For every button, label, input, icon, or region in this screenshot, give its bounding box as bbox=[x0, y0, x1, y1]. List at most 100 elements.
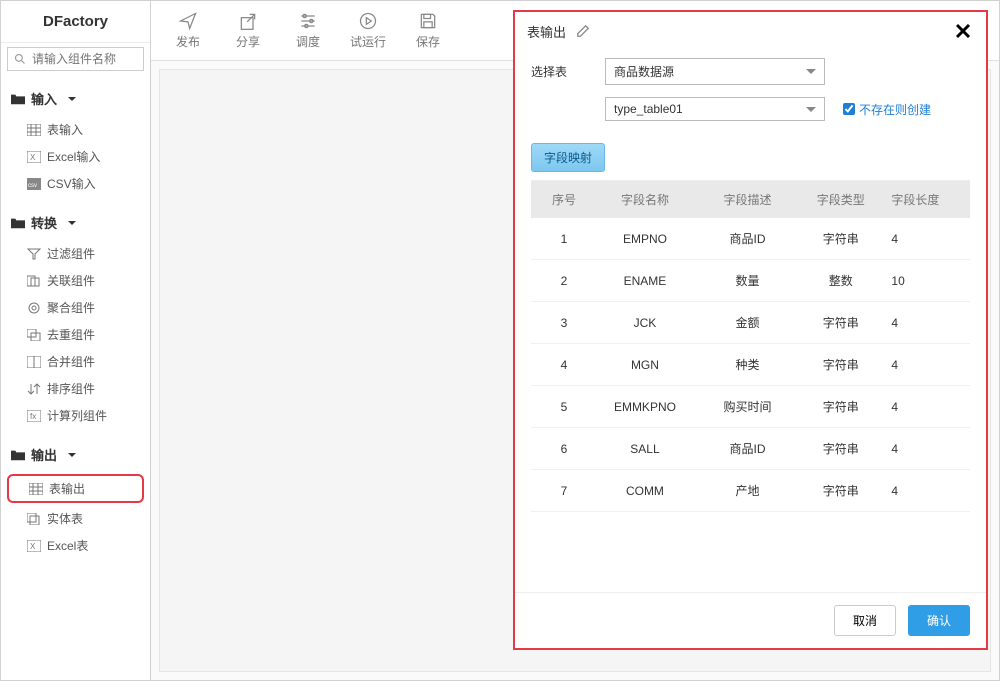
svg-text:csv: csv bbox=[28, 183, 37, 189]
toolbar-save[interactable]: 保存 bbox=[401, 7, 455, 54]
cell-len: 4 bbox=[887, 316, 962, 330]
cell-type: 字符串 bbox=[794, 440, 887, 457]
search-input[interactable] bbox=[8, 48, 143, 70]
toolbar-label: 发布 bbox=[176, 33, 200, 50]
join-icon bbox=[27, 275, 41, 287]
table-select[interactable]: type_table01 bbox=[605, 97, 825, 121]
nav-group-output[interactable]: 输出 bbox=[1, 439, 150, 470]
cell-desc: 数量 bbox=[701, 272, 794, 289]
sidebar-item-aggregate[interactable]: 聚合组件 bbox=[1, 294, 150, 321]
cell-seq: 4 bbox=[539, 358, 589, 372]
sidebar-item-filter[interactable]: 过滤组件 bbox=[1, 240, 150, 267]
nav-group-transform[interactable]: 转换 bbox=[1, 207, 150, 238]
cell-name: EMPNO bbox=[589, 232, 701, 246]
table-row[interactable]: 6SALL商品ID字符串4 bbox=[531, 428, 970, 470]
cell-name: SALL bbox=[589, 442, 701, 456]
cell-len: 4 bbox=[887, 232, 962, 246]
dialog-title: 表输出 bbox=[527, 22, 566, 41]
sidebar-item-compute[interactable]: fx 计算列组件 bbox=[1, 402, 150, 429]
cell-len: 10 bbox=[887, 274, 962, 288]
toolbar-publish[interactable]: 发布 bbox=[161, 7, 215, 54]
pencil-icon[interactable] bbox=[576, 24, 590, 38]
toolbar-label: 分享 bbox=[236, 33, 260, 50]
cell-type: 字符串 bbox=[794, 482, 887, 499]
close-button[interactable] bbox=[952, 20, 974, 42]
merge-icon bbox=[27, 356, 41, 368]
nav-group-label: 输入 bbox=[31, 89, 57, 108]
sidebar-item-label: 去重组件 bbox=[47, 326, 95, 343]
chevron-down-icon bbox=[806, 69, 816, 74]
cell-type: 整数 bbox=[794, 272, 887, 289]
sidebar-item-label: 过滤组件 bbox=[47, 245, 95, 262]
field-mapping-button[interactable]: 字段映射 bbox=[531, 143, 605, 172]
cell-type: 字符串 bbox=[794, 230, 887, 247]
cell-len: 4 bbox=[887, 358, 962, 372]
cell-desc: 产地 bbox=[701, 482, 794, 499]
col-len: 字段长度 bbox=[887, 191, 962, 208]
cell-name: MGN bbox=[589, 358, 701, 372]
table-row[interactable]: 1EMPNO商品ID字符串4 bbox=[531, 218, 970, 260]
play-circle-icon bbox=[357, 11, 379, 31]
col-desc: 字段描述 bbox=[701, 191, 794, 208]
table-header: 序号 字段名称 字段描述 字段类型 字段长度 bbox=[531, 181, 970, 218]
sliders-icon bbox=[297, 11, 319, 31]
select-value: type_table01 bbox=[614, 102, 683, 116]
toolbar-trial-run[interactable]: 试运行 bbox=[341, 7, 395, 54]
table-row[interactable]: 2ENAME数量整数10 bbox=[531, 260, 970, 302]
sidebar-item-csv-input[interactable]: csv CSV输入 bbox=[1, 170, 150, 197]
sidebar-item-excel-table[interactable]: X Excel表 bbox=[1, 532, 150, 559]
folder-icon bbox=[11, 449, 25, 461]
table-row[interactable]: 4MGN种类字符串4 bbox=[531, 344, 970, 386]
function-icon: fx bbox=[27, 410, 41, 422]
table-row[interactable]: 3JCK金额字符串4 bbox=[531, 302, 970, 344]
cell-len: 4 bbox=[887, 400, 962, 414]
cell-desc: 购买时间 bbox=[701, 398, 794, 415]
toolbar-label: 调度 bbox=[296, 33, 320, 50]
nav-group-label: 转换 bbox=[31, 213, 57, 232]
chevron-down-icon bbox=[67, 218, 77, 228]
datasource-select[interactable]: 商品数据源 bbox=[605, 58, 825, 85]
sidebar-item-entity-table[interactable]: 实体表 bbox=[1, 505, 150, 532]
cell-name: COMM bbox=[589, 484, 701, 498]
table-row[interactable]: 5EMMKPNO购买时间字符串4 bbox=[531, 386, 970, 428]
sidebar-item-table-input[interactable]: 表输入 bbox=[1, 116, 150, 143]
csv-icon: csv bbox=[27, 178, 41, 190]
sidebar-item-dedupe[interactable]: 去重组件 bbox=[1, 321, 150, 348]
sidebar: DFactory 输入 表输入 X Excel输入 bbox=[1, 1, 151, 680]
sidebar-item-merge[interactable]: 合并组件 bbox=[1, 348, 150, 375]
svg-text:fx: fx bbox=[30, 412, 36, 421]
sort-icon bbox=[27, 383, 41, 395]
sidebar-item-join[interactable]: 关联组件 bbox=[1, 267, 150, 294]
cell-seq: 3 bbox=[539, 316, 589, 330]
toolbar-schedule[interactable]: 调度 bbox=[281, 7, 335, 54]
toolbar-share[interactable]: 分享 bbox=[221, 7, 275, 54]
grid-icon bbox=[29, 483, 43, 495]
sidebar-item-label: Excel表 bbox=[47, 537, 88, 554]
filter-icon bbox=[27, 248, 41, 260]
cancel-button[interactable]: 取消 bbox=[834, 605, 896, 636]
table-row[interactable]: 7COMM产地字符串4 bbox=[531, 470, 970, 512]
checkbox-label: 不存在则创建 bbox=[859, 101, 931, 118]
checkbox-input[interactable] bbox=[843, 103, 855, 115]
sidebar-item-sort[interactable]: 排序组件 bbox=[1, 375, 150, 402]
cell-desc: 商品ID bbox=[701, 230, 794, 247]
chevron-down-icon bbox=[67, 94, 77, 104]
confirm-button[interactable]: 确认 bbox=[908, 605, 970, 636]
create-if-missing-checkbox[interactable]: 不存在则创建 bbox=[843, 101, 931, 118]
cell-desc: 金额 bbox=[701, 314, 794, 331]
cell-seq: 7 bbox=[539, 484, 589, 498]
nav-group-input[interactable]: 输入 bbox=[1, 83, 150, 114]
toolbar-label: 试运行 bbox=[350, 33, 386, 50]
sidebar-item-table-output[interactable]: 表输出 bbox=[7, 474, 144, 503]
chevron-down-icon bbox=[67, 450, 77, 460]
excel-icon: X bbox=[27, 540, 41, 552]
sidebar-item-label: 表输出 bbox=[49, 480, 85, 497]
folder-icon bbox=[11, 93, 25, 105]
col-type: 字段类型 bbox=[794, 191, 887, 208]
sidebar-item-excel-input[interactable]: X Excel输入 bbox=[1, 143, 150, 170]
table-output-dialog: 表输出 选择表 商品数据源 type_table01 不存在则创建 字段映射 bbox=[513, 10, 988, 650]
cell-type: 字符串 bbox=[794, 314, 887, 331]
svg-text:X: X bbox=[30, 542, 36, 551]
cell-seq: 2 bbox=[539, 274, 589, 288]
cell-desc: 种类 bbox=[701, 356, 794, 373]
